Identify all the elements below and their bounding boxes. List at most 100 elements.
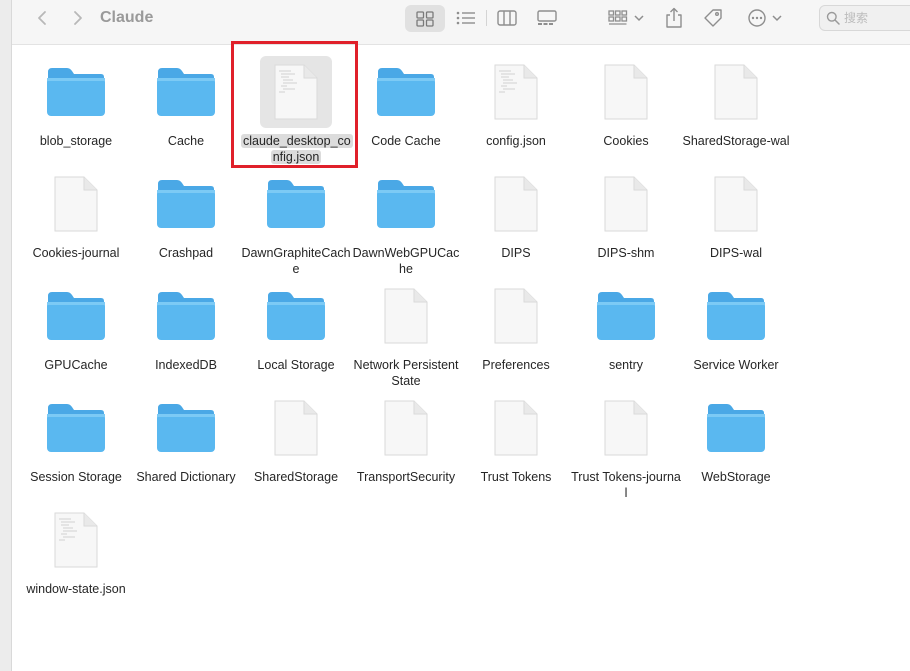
folder-icon bbox=[707, 404, 765, 452]
item-icon[interactable] bbox=[150, 280, 222, 352]
item-label: Shared Dictionary bbox=[131, 469, 241, 485]
item-label: Crashpad bbox=[131, 245, 241, 261]
item-icon[interactable] bbox=[150, 168, 222, 240]
document-icon bbox=[384, 400, 428, 456]
item-label-text: Trust Tokens-journal bbox=[571, 470, 681, 500]
item-icon[interactable] bbox=[40, 504, 112, 576]
document-icon bbox=[714, 64, 758, 120]
item-label: Cache bbox=[131, 133, 241, 149]
item-label-text: Cookies bbox=[603, 134, 649, 148]
folder-icon bbox=[707, 292, 765, 340]
item-icon[interactable] bbox=[260, 56, 332, 128]
item-label-text: Shared Dictionary bbox=[136, 470, 236, 484]
item-label-text: Session Storage bbox=[30, 470, 122, 484]
item-label: TransportSecurity bbox=[351, 469, 461, 485]
item-label-text: IndexedDB bbox=[155, 358, 217, 372]
item-label: DawnWebGPUCache bbox=[351, 245, 461, 277]
item-label: Local Storage bbox=[241, 357, 351, 373]
item-label-text: Crashpad bbox=[158, 246, 214, 260]
folder-icon bbox=[377, 180, 435, 228]
folder-icon bbox=[47, 404, 105, 452]
item-label-text: GPUCache bbox=[44, 358, 108, 372]
item-label: window-state.json bbox=[21, 581, 131, 597]
document-icon bbox=[274, 400, 318, 456]
item-icon[interactable] bbox=[150, 392, 222, 464]
item-icon[interactable] bbox=[590, 168, 662, 240]
item-label-text: TransportSecurity bbox=[356, 470, 456, 484]
item-icon[interactable] bbox=[700, 280, 772, 352]
item-icon[interactable] bbox=[700, 168, 772, 240]
item-icon[interactable] bbox=[370, 280, 442, 352]
text-document-icon bbox=[54, 512, 98, 568]
item-label-text: Code Cache bbox=[371, 134, 441, 148]
item-label: DawnGraphiteCache bbox=[241, 245, 351, 277]
item-label: Cookies bbox=[571, 133, 681, 149]
item-label: WebStorage bbox=[681, 469, 791, 485]
item-icon[interactable] bbox=[480, 56, 552, 128]
file-grid: blob_storage Cache claude_desktop_config… bbox=[0, 0, 910, 671]
item-label: DIPS-wal bbox=[681, 245, 791, 261]
item-label-text: window-state.json bbox=[26, 582, 126, 596]
document-icon bbox=[604, 64, 648, 120]
item-icon[interactable] bbox=[260, 280, 332, 352]
item-label-text: DIPS-wal bbox=[709, 246, 763, 260]
item-icon[interactable] bbox=[480, 168, 552, 240]
item-icon[interactable] bbox=[480, 280, 552, 352]
folder-icon bbox=[157, 292, 215, 340]
item-icon[interactable] bbox=[40, 168, 112, 240]
item-icon[interactable] bbox=[590, 392, 662, 464]
item-label-text: Service Worker bbox=[693, 358, 779, 372]
item-label-text: Preferences bbox=[482, 358, 550, 372]
item-label: Trust Tokens-journal bbox=[571, 469, 681, 501]
item-label: DIPS bbox=[461, 245, 571, 261]
item-icon[interactable] bbox=[590, 280, 662, 352]
folder-icon bbox=[597, 292, 655, 340]
item-label: config.json bbox=[461, 133, 571, 149]
item-label: Service Worker bbox=[681, 357, 791, 373]
item-icon[interactable] bbox=[370, 392, 442, 464]
item-label: Trust Tokens bbox=[461, 469, 571, 485]
item-icon[interactable] bbox=[370, 168, 442, 240]
item-icon[interactable] bbox=[150, 56, 222, 128]
item-label-text: DawnGraphiteCache bbox=[241, 246, 351, 276]
item-label: SharedStorage bbox=[241, 469, 351, 485]
item-label-text: DawnWebGPUCache bbox=[352, 246, 460, 276]
item-icon[interactable] bbox=[40, 56, 112, 128]
item-label: Cookies-journal bbox=[21, 245, 131, 261]
item-icon[interactable] bbox=[370, 56, 442, 128]
item-label: DIPS-shm bbox=[571, 245, 681, 261]
item-label-text: WebStorage bbox=[701, 470, 771, 484]
document-icon bbox=[384, 288, 428, 344]
document-icon bbox=[494, 176, 538, 232]
item-label-text: Trust Tokens bbox=[480, 470, 552, 484]
folder-icon bbox=[267, 292, 325, 340]
item-icon[interactable] bbox=[260, 392, 332, 464]
folder-icon bbox=[377, 68, 435, 116]
item-label: sentry bbox=[571, 357, 681, 373]
document-icon bbox=[604, 176, 648, 232]
item-icon[interactable] bbox=[700, 56, 772, 128]
item-icon[interactable] bbox=[480, 392, 552, 464]
item-label-text: claude_desktop_config.json bbox=[241, 134, 353, 164]
item-icon[interactable] bbox=[40, 280, 112, 352]
item-label: claude_desktop_config.json bbox=[241, 133, 353, 165]
item-label-text: Cookies-journal bbox=[32, 246, 120, 260]
item-label-text: Network Persistent State bbox=[353, 358, 459, 388]
item-label-text: DIPS bbox=[501, 246, 531, 260]
item-label-text: SharedStorage-wal bbox=[682, 134, 790, 148]
folder-icon bbox=[157, 404, 215, 452]
item-icon[interactable] bbox=[590, 56, 662, 128]
item-label-text: DIPS-shm bbox=[597, 246, 655, 260]
item-icon[interactable] bbox=[40, 392, 112, 464]
text-document-icon bbox=[274, 64, 318, 120]
item-icon[interactable] bbox=[260, 168, 332, 240]
document-icon bbox=[714, 176, 758, 232]
item-icon[interactable] bbox=[700, 392, 772, 464]
document-icon bbox=[604, 400, 648, 456]
document-icon bbox=[494, 288, 538, 344]
item-label: blob_storage bbox=[21, 133, 131, 149]
folder-icon bbox=[157, 180, 215, 228]
item-label: GPUCache bbox=[21, 357, 131, 373]
folder-icon bbox=[267, 180, 325, 228]
document-icon bbox=[54, 176, 98, 232]
